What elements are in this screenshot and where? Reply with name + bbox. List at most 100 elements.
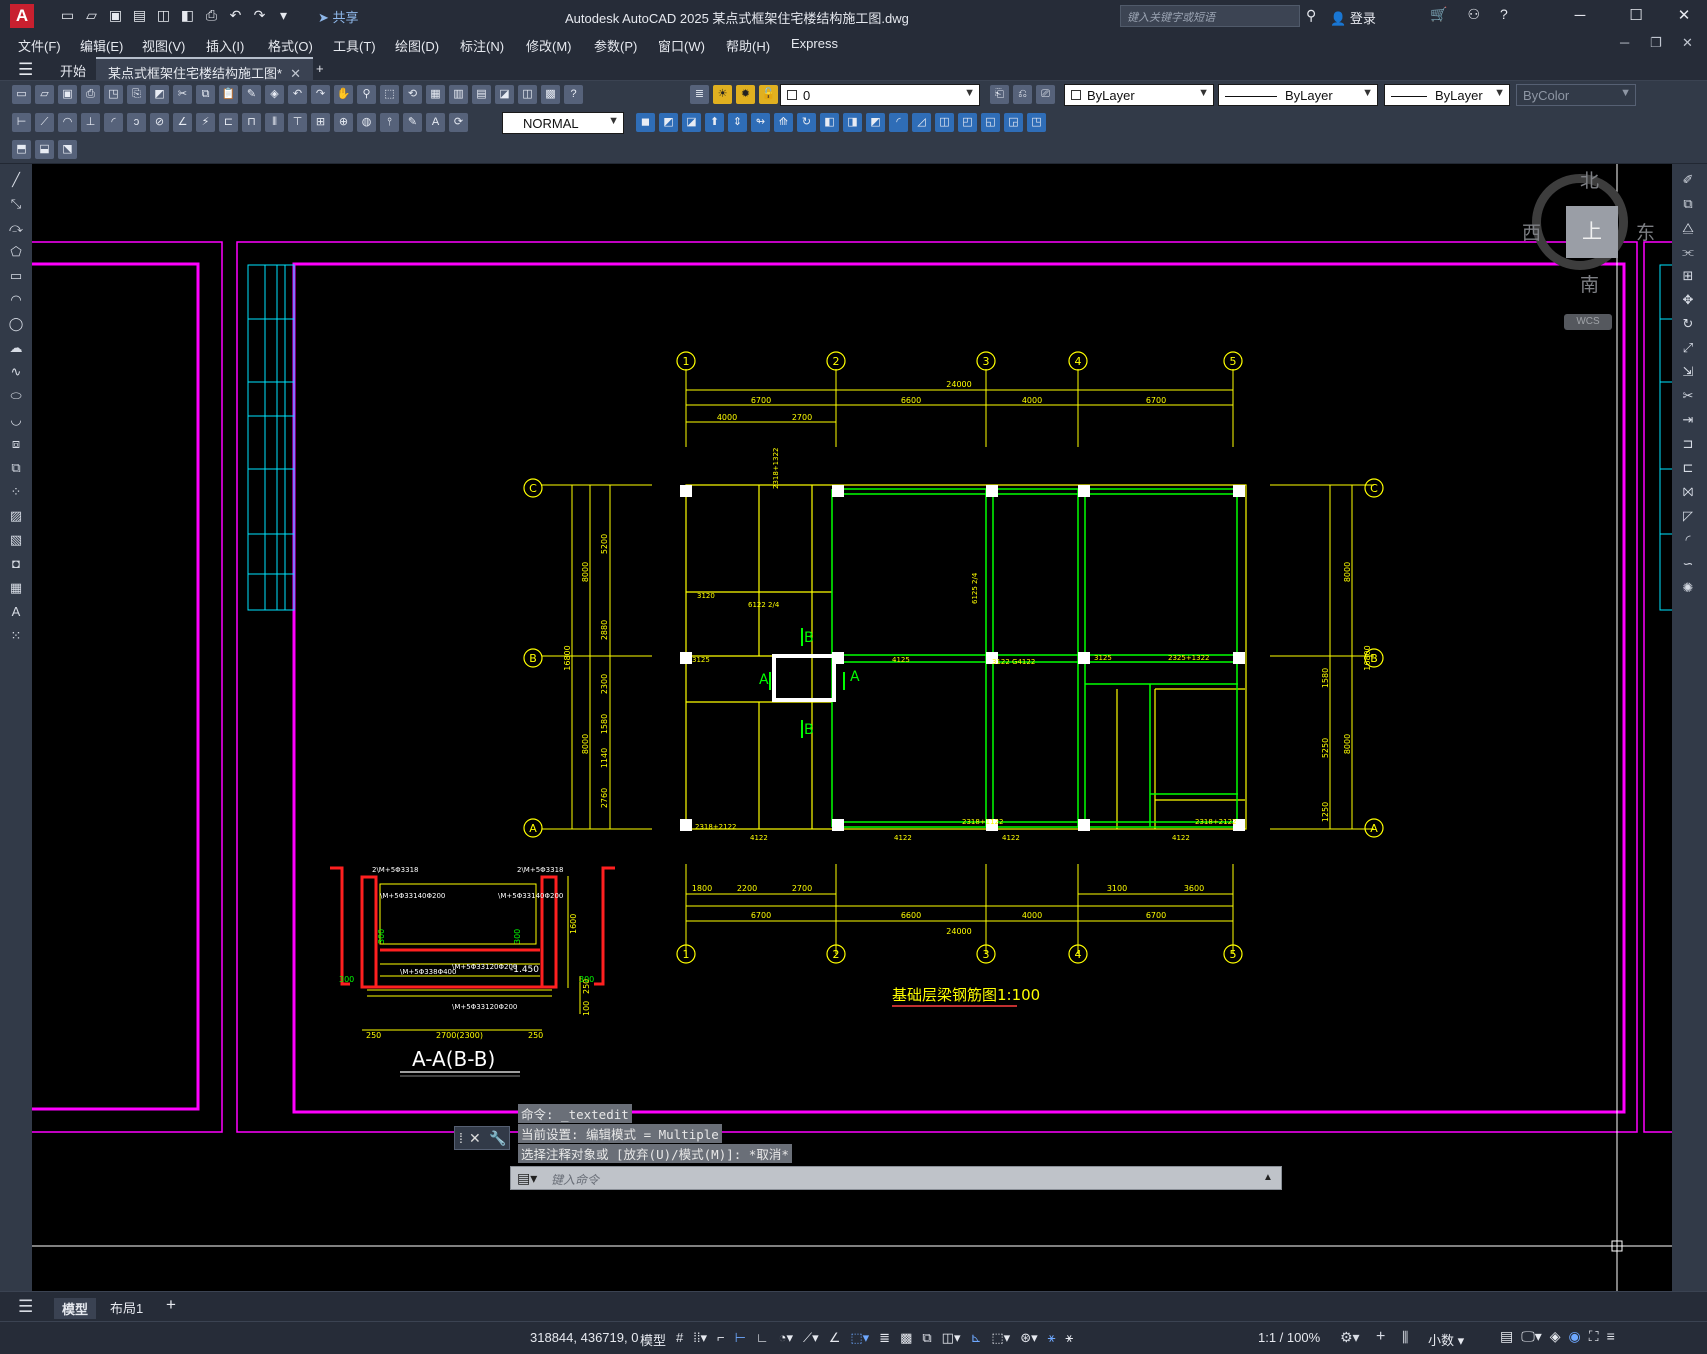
viewcube-south[interactable]: 南	[1580, 270, 1599, 297]
center-mark-icon[interactable]: ⊕	[334, 113, 353, 132]
join-icon[interactable]: ⨝	[1678, 484, 1698, 502]
array-icon[interactable]: ⊞	[1678, 268, 1698, 286]
zoom-previous-icon[interactable]: ⟲	[403, 85, 422, 104]
zoom-window-icon[interactable]: ⬚	[380, 85, 399, 104]
infer-constraints-icon[interactable]: ⌐	[717, 1330, 725, 1349]
dim-text-edit-icon[interactable]: A	[426, 113, 445, 132]
undo-icon[interactable]: ↶	[226, 6, 245, 25]
tool-palettes-icon[interactable]: ▤	[472, 85, 491, 104]
scale-icon[interactable]: ⤢	[1678, 340, 1698, 358]
linetype-dropdown[interactable]: ByLayer ▼	[1218, 84, 1378, 106]
layer-freeze-icon[interactable]: ✹	[736, 85, 755, 104]
intersect-icon[interactable]: ◩	[866, 113, 885, 132]
3d-print-icon[interactable]: ◩	[150, 85, 169, 104]
convert-icon[interactable]: ◳	[1027, 113, 1046, 132]
grip-icon[interactable]: ⁞	[459, 1130, 463, 1146]
lineweight-icon[interactable]: ≣	[879, 1330, 890, 1349]
menu-modify[interactable]: 修改(M)	[526, 36, 572, 55]
redo-icon[interactable]: ↷	[311, 85, 330, 104]
quick-dim-icon[interactable]: ⚡	[196, 113, 215, 132]
search-icon[interactable]: ⚲	[1306, 7, 1316, 24]
layout-menu-icon[interactable]: ☰	[18, 1297, 33, 1317]
mirror-icon[interactable]: ⧋	[1678, 220, 1698, 238]
gizmo-icon[interactable]: ⊛▾	[1020, 1330, 1037, 1349]
ellipse-icon[interactable]: ⬭	[6, 388, 26, 406]
dim-diameter-icon[interactable]: ⊘	[150, 113, 169, 132]
viewcube-top-face[interactable]: 上	[1566, 206, 1618, 258]
match-properties-icon[interactable]: ✎	[242, 85, 261, 104]
share-button[interactable]: ➤ 共享	[318, 7, 359, 26]
clean-screen-icon[interactable]: ⛶	[1589, 1328, 1599, 1345]
menu-file[interactable]: 文件(F)	[18, 36, 61, 55]
construction-line-icon[interactable]: ⤡	[6, 196, 26, 214]
annotation-scale[interactable]: 1:1 / 100%	[1258, 1330, 1320, 1345]
selection-cycling-icon[interactable]: ⧉	[922, 1330, 931, 1349]
bring-to-front-icon[interactable]: ⬒	[12, 140, 31, 159]
erase-icon[interactable]: ✐	[1678, 172, 1698, 190]
help-search-input[interactable]: 键入关键字或短语	[1120, 5, 1300, 27]
coordinates-readout[interactable]: 318844, 436719, 0	[530, 1330, 638, 1345]
loft-icon[interactable]: ⟰	[774, 113, 793, 132]
menu-draw[interactable]: 绘图(D)	[395, 36, 439, 55]
plotstyle-dropdown[interactable]: ByColor ▼	[1516, 84, 1636, 106]
layer-dropdown[interactable]: 0 ▼	[780, 84, 980, 106]
break-at-point-icon[interactable]: ⊐	[1678, 436, 1698, 454]
mtext-icon[interactable]: A	[6, 604, 26, 622]
units-dropdown[interactable]: 小数 ▾	[1428, 1330, 1464, 1349]
tab-document[interactable]: 某点式框架住宅楼结构施工图* ✕	[96, 57, 313, 81]
store-icon[interactable]: 🛒	[1430, 6, 1447, 23]
workspace-gear-icon[interactable]: ⚙▾	[1340, 1329, 1360, 1346]
copy-icon[interactable]: ⧉	[1678, 196, 1698, 214]
customization-icon[interactable]: ≡	[1607, 1328, 1615, 1345]
chamfer-icon[interactable]: ◸	[1678, 508, 1698, 526]
dimstyle-dropdown[interactable]: NORMAL ▼	[502, 112, 624, 134]
doc-minimize-button[interactable]: ─	[1620, 35, 1629, 50]
layer-previous-icon[interactable]: ⎌	[1013, 85, 1032, 104]
isodraft-icon[interactable]: ⟋▾	[803, 1330, 819, 1349]
extend-icon[interactable]: ⇥	[1678, 412, 1698, 430]
bring-above-icon[interactable]: ⬔	[58, 140, 77, 159]
grid-icon[interactable]: #	[676, 1330, 683, 1349]
tab-layout1[interactable]: 布局1	[110, 1298, 143, 1317]
object-snap-icon[interactable]: ⬚▾	[850, 1330, 869, 1349]
color-dropdown[interactable]: ByLayer ▼	[1064, 84, 1214, 106]
break-icon[interactable]: ⊏	[1678, 460, 1698, 478]
slice-icon[interactable]: ◨	[843, 113, 862, 132]
subtract-icon[interactable]: ◪	[682, 113, 701, 132]
publish-icon[interactable]: ⎘	[127, 85, 146, 104]
dim-space-icon[interactable]: ⫴	[265, 113, 284, 132]
minimize-button[interactable]: ─	[1560, 4, 1600, 28]
object-snap-tracking-icon[interactable]: ∠	[829, 1330, 841, 1349]
dim-angular-icon[interactable]: ∠	[173, 113, 192, 132]
menu-window[interactable]: 窗口(W)	[658, 36, 705, 55]
dim-arc-icon[interactable]: ◠	[58, 113, 77, 132]
tab-model[interactable]: 模型	[54, 1298, 97, 1319]
hatch-icon[interactable]: ▨	[6, 508, 26, 526]
plot-icon[interactable]: ⎙	[81, 85, 100, 104]
menu-view[interactable]: 视图(V)	[142, 36, 185, 55]
blend-curves-icon[interactable]: ∽	[1678, 556, 1698, 574]
customize-icon[interactable]: 🔧	[489, 1130, 506, 1147]
sheetset-icon[interactable]: ◪	[495, 85, 514, 104]
presspull-icon[interactable]: ⇕	[728, 113, 747, 132]
box-icon[interactable]: ◼	[636, 113, 655, 132]
send-to-back-icon[interactable]: ⬓	[35, 140, 54, 159]
union-icon[interactable]: ◩	[659, 113, 678, 132]
menu-edit[interactable]: 编辑(E)	[80, 36, 123, 55]
gradient-icon[interactable]: ▧	[6, 532, 26, 550]
drawing-canvas[interactable]: 1 2 3 4 5 1 2 3 4 5 C B A C B A 24000 67…	[32, 164, 1672, 1291]
dim-jogged-icon[interactable]: ↄ	[127, 113, 146, 132]
trim-icon[interactable]: ✂	[1678, 388, 1698, 406]
make-current-layer-icon[interactable]: ⎗	[990, 85, 1009, 104]
offset-icon[interactable]: ⫘	[1678, 244, 1698, 262]
help-icon[interactable]: ?	[564, 85, 583, 104]
undo-icon[interactable]: ↶	[288, 85, 307, 104]
dim-break-icon[interactable]: ⊤	[288, 113, 307, 132]
section-plane-icon[interactable]: ◧	[820, 113, 839, 132]
sweep-icon[interactable]: ↬	[751, 113, 770, 132]
extrude-icon[interactable]: ⬆	[705, 113, 724, 132]
doc-restore-button[interactable]: ❐	[1650, 35, 1662, 51]
recent-commands-icon[interactable]: ▤▾	[517, 1170, 537, 1187]
properties-icon[interactable]: ▦	[426, 85, 445, 104]
explode-icon[interactable]: ✺	[1678, 580, 1698, 598]
